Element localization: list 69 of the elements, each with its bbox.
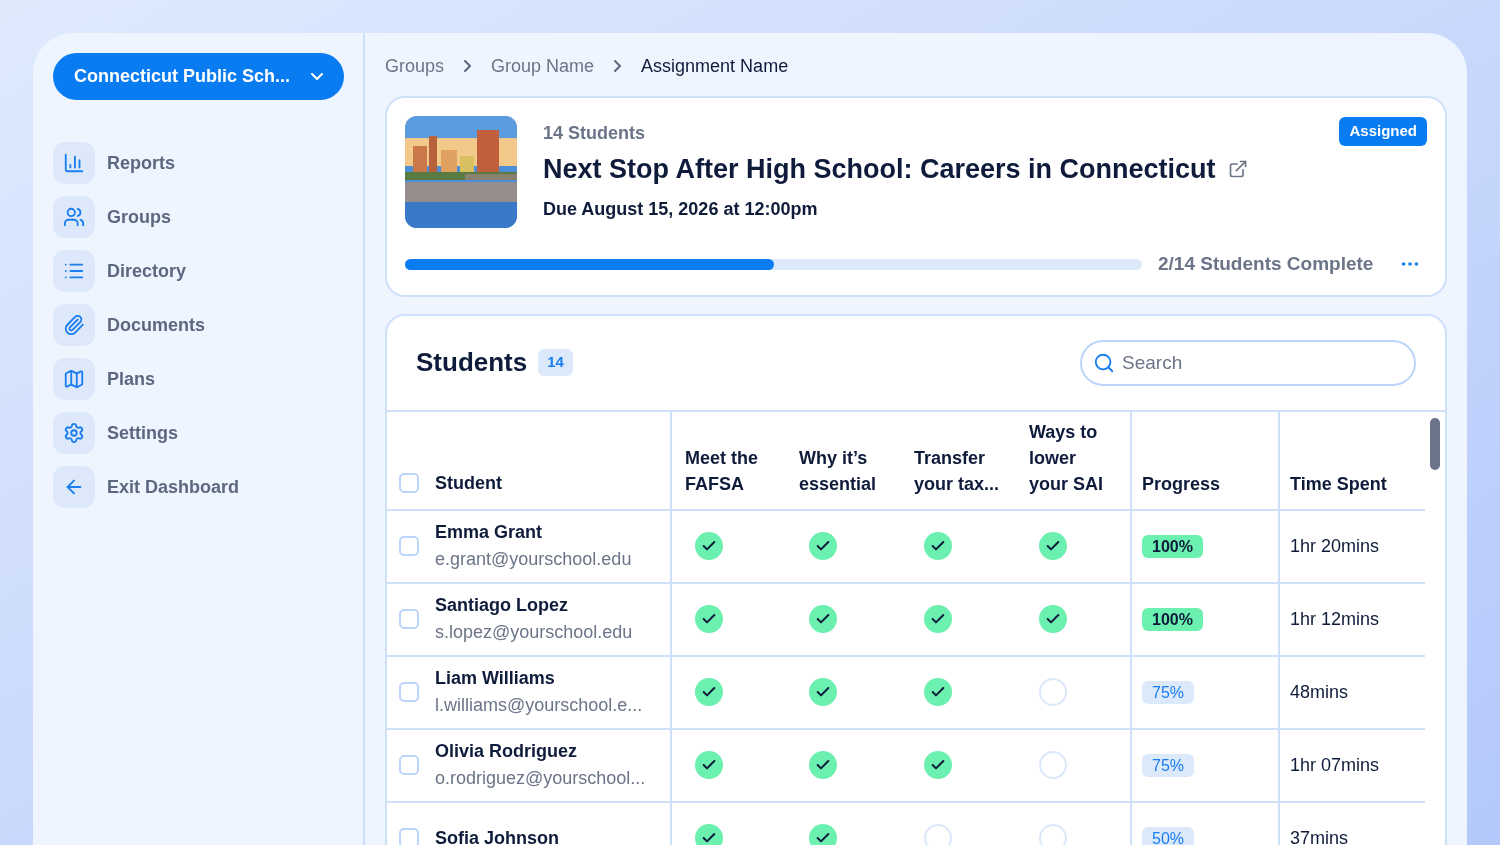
nav-link[interactable]: Reports (107, 149, 175, 177)
progress-badge: 75% (1142, 753, 1195, 777)
checkbox[interactable] (399, 473, 419, 493)
time-spent: 37mins (1290, 827, 1349, 845)
student-name: Liam Williams (435, 667, 556, 690)
checkbox[interactable] (399, 682, 419, 702)
nav-link[interactable]: Documents (107, 311, 205, 339)
nav-icon-tile[interactable] (53, 412, 95, 454)
time-spent: 1hr 12mins (1290, 608, 1380, 629)
chevron-right-icon (464, 60, 472, 72)
time-spent: 48mins (1290, 681, 1349, 702)
time-spent: 1hr 07mins (1290, 754, 1380, 775)
scrollbar-thumb[interactable] (1430, 417, 1440, 470)
column-header: Progress (1142, 472, 1222, 496)
students-heading: Students (416, 346, 528, 379)
student-count: 14 Students (543, 122, 647, 145)
nav-link[interactable]: Settings (107, 419, 178, 447)
student-name: Santiago Lopez (435, 594, 569, 617)
progress-badge: 50% (1142, 826, 1195, 845)
search-field[interactable]: Search (1080, 339, 1416, 386)
student-email: l.williams@yourschool.e... (435, 694, 643, 717)
student-name: Emma Grant (435, 521, 544, 544)
column-header: Transfer your tax... (914, 446, 1001, 496)
chart-icon (63, 152, 85, 174)
column-header: Ways to lower your SAI (1029, 420, 1104, 496)
time-spent: 1hr 20mins (1290, 535, 1380, 556)
column-header: Student (435, 471, 502, 495)
chevron-right-icon (614, 60, 622, 72)
breadcrumb-link[interactable]: Assignment Name (641, 52, 789, 80)
progress-badge: 75% (1142, 680, 1195, 704)
nav-link[interactable]: Exit Dashboard (107, 473, 240, 501)
nav-icon-tile[interactable] (53, 304, 95, 346)
checkbox[interactable] (399, 828, 419, 845)
nav-link[interactable]: Groups (107, 203, 171, 231)
breadcrumb-link[interactable]: Group Name (491, 52, 595, 80)
nav-link[interactable]: Directory (107, 257, 187, 285)
search-icon (1093, 351, 1115, 374)
users-icon (63, 206, 85, 228)
nav-icon-tile[interactable] (53, 466, 95, 508)
student-name: Sofia Johnson (435, 826, 559, 845)
nav-icon-tile[interactable] (53, 250, 95, 292)
checkbox[interactable] (399, 536, 419, 556)
count-badge: 14 (538, 349, 573, 376)
checkbox[interactable] (399, 755, 419, 775)
settings-icon (63, 422, 85, 444)
checkbox[interactable] (399, 609, 419, 629)
due-date: Due August 15, 2026 at 12:00pm (543, 197, 819, 221)
student-email: e.grant@yourschool.edu (435, 548, 632, 571)
column-header: Meet the FAFSA (685, 446, 759, 496)
external-link-icon[interactable] (1227, 159, 1248, 180)
column-header: Why it’s essential (799, 446, 878, 496)
breadcrumb-link[interactable]: Groups (385, 52, 445, 80)
column-header: Time Spent (1290, 472, 1388, 496)
nav-icon-tile[interactable] (53, 196, 95, 238)
chevron-down-icon (311, 73, 323, 80)
progress-badge: 100% (1142, 607, 1203, 631)
progress-badge: 100% (1142, 534, 1203, 558)
status-badge: Assigned (1339, 117, 1427, 146)
map-icon (63, 368, 85, 390)
paperclip-icon (63, 314, 85, 336)
nav-icon-tile[interactable] (53, 358, 95, 400)
assignment-title: Next Stop After High School: Careers in Connecticut (543, 153, 1216, 186)
student-name: Olivia Rodriguez (435, 740, 579, 763)
completion-text: 2/14 Students Complete (1158, 252, 1374, 276)
nav-icon-tile[interactable] (53, 142, 95, 184)
student-email: s.lopez@yourschool.edu (435, 621, 633, 644)
nav-link[interactable]: Plans (107, 365, 156, 393)
organization-dropdown[interactable]: Connecticut Public Sch... (53, 53, 344, 100)
student-email: o.rodriguez@yourschool... (435, 767, 646, 790)
